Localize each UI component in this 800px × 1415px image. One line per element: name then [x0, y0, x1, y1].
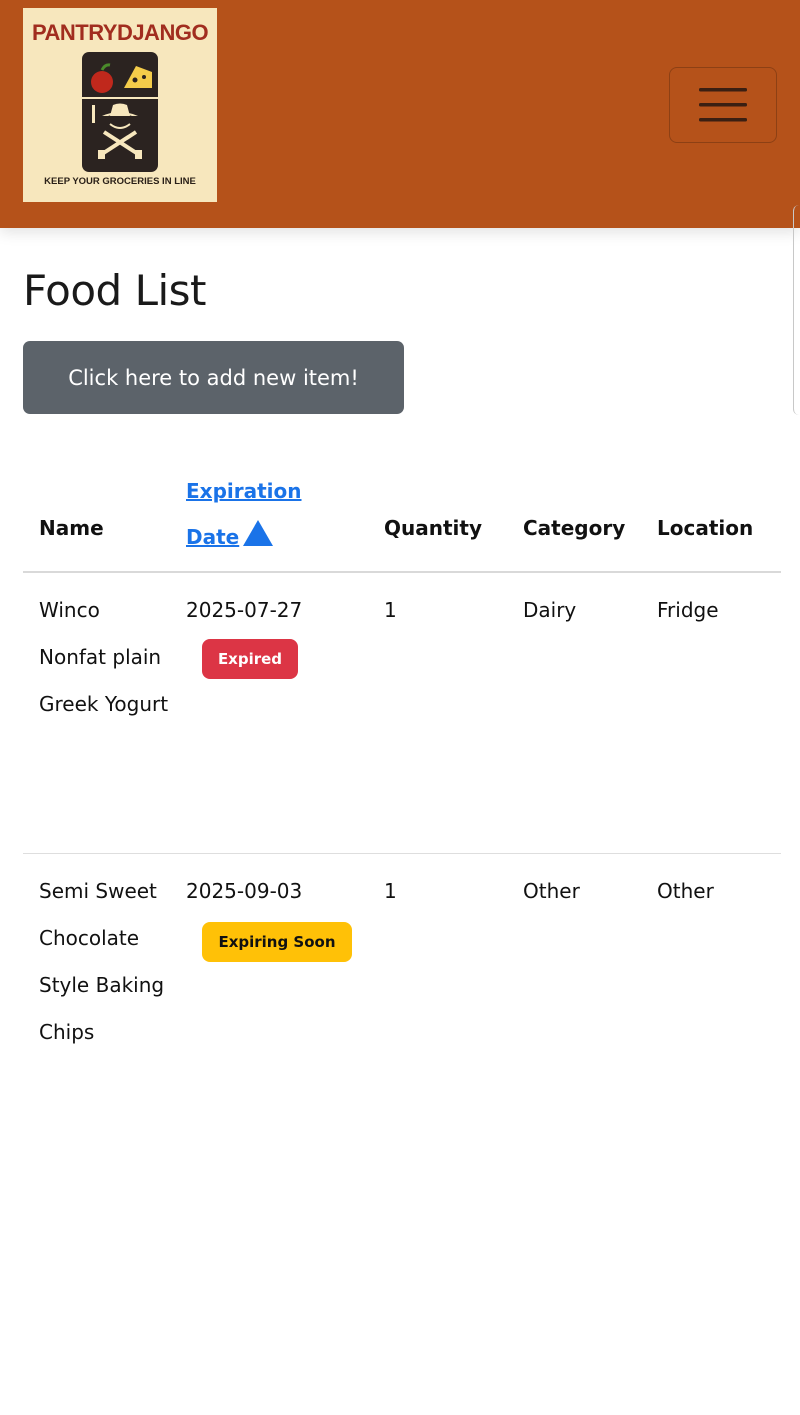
row-category: Dairy	[523, 598, 577, 622]
sort-ascending-icon	[243, 520, 274, 546]
row-name: Semi Sweet Chocolate Style Baking Chips	[39, 879, 165, 1044]
navbar: PANTRYDJANGO KEEP YOUR GROCERIES IN LINE	[0, 0, 800, 228]
scrollbar[interactable]	[793, 205, 800, 415]
table-row[interactable]: Semi Sweet Chocolate Style Baking Chips …	[23, 854, 781, 1154]
row-expiration: 2025-09-03	[186, 879, 303, 903]
fridge-logo-icon	[82, 52, 158, 172]
row-category: Other	[523, 879, 580, 903]
column-header-name: Name	[39, 516, 104, 540]
row-name: Winco Nonfat plain Greek Yogurt	[39, 598, 169, 716]
row-quantity: 1	[384, 879, 397, 903]
row-location: Fridge	[657, 598, 719, 622]
column-header-category: Category	[523, 516, 626, 540]
column-header-location: Location	[657, 516, 754, 540]
menu-toggle-button[interactable]	[669, 67, 777, 143]
add-item-button[interactable]: Click here to add new item!	[23, 341, 404, 414]
row-expiration: 2025-07-27	[186, 598, 303, 622]
brand-tagline: KEEP YOUR GROCERIES IN LINE	[44, 176, 196, 187]
row-quantity: 1	[384, 598, 397, 622]
page-title: Food List	[23, 266, 206, 315]
hamburger-icon	[699, 88, 747, 122]
brand-logo[interactable]: PANTRYDJANGO KEEP YOUR GROCERIES IN LINE	[23, 8, 217, 202]
column-header-expiration-sort-link[interactable]: Expiration Date	[186, 468, 346, 560]
table-row[interactable]: Winco Nonfat plain Greek Yogurt 2025-07-…	[23, 573, 781, 854]
column-header-quantity: Quantity	[384, 516, 482, 540]
brand-name: PANTRYDJANGO	[31, 20, 209, 45]
row-location: Other	[657, 879, 714, 903]
status-badge: Expired	[202, 639, 298, 679]
status-badge: Expiring Soon	[202, 922, 352, 962]
